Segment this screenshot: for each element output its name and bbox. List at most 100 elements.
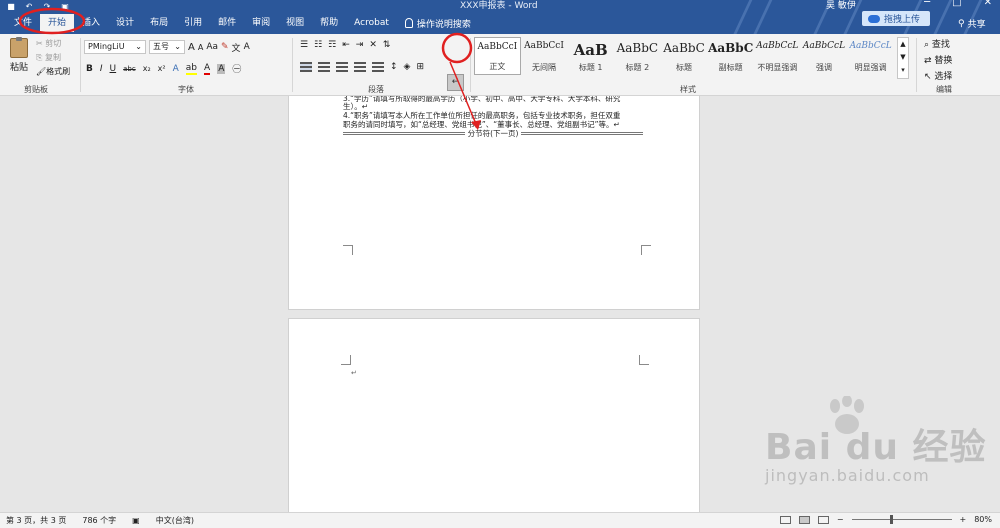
- font-name-select[interactable]: PMingLiU ⌄: [84, 40, 146, 54]
- tab-file[interactable]: 文件: [6, 14, 40, 32]
- save-icon[interactable]: ■: [6, 2, 16, 11]
- cut-button[interactable]: ✂ 剪切: [36, 37, 70, 51]
- tell-me-search[interactable]: 操作说明搜索: [404, 17, 471, 30]
- enclose-char-icon[interactable]: ㊀: [232, 62, 241, 75]
- line-spacing-icon[interactable]: ↕: [390, 62, 398, 72]
- paragraph-row-1: ☰ ☷ ☶ ⇤ ⇥ ✕ ⇅: [300, 40, 390, 50]
- style-item[interactable]: AaBbCcL 不明显强调: [754, 37, 801, 75]
- zoom-slider[interactable]: [851, 515, 952, 524]
- zoom-thumb[interactable]: [889, 515, 893, 524]
- underline-button[interactable]: U: [110, 64, 117, 74]
- style-item[interactable]: AaB 标题 1: [567, 37, 614, 75]
- tab-home[interactable]: 开始: [40, 14, 75, 32]
- style-item[interactable]: AaBbC 副标题: [707, 37, 754, 75]
- increase-indent-icon[interactable]: ⇥: [356, 40, 364, 50]
- font-color-button[interactable]: A: [204, 63, 211, 75]
- web-layout-icon[interactable]: [817, 515, 829, 524]
- tab-mailings[interactable]: 邮件: [210, 14, 244, 32]
- word-count[interactable]: 786 个字: [82, 515, 116, 526]
- subscript-button[interactable]: x₂: [143, 64, 151, 73]
- tab-view[interactable]: 视图: [278, 14, 312, 32]
- style-name: 标题 1: [578, 63, 603, 72]
- share-button[interactable]: ⚲ 共享: [958, 17, 986, 31]
- maximize-button[interactable]: □: [952, 0, 961, 8]
- style-item[interactable]: AaBbCcI 正文: [474, 37, 521, 75]
- page-2[interactable]: ↵: [288, 318, 700, 512]
- borders-icon[interactable]: ⊞: [416, 62, 424, 72]
- chevron-down-icon: ⌄: [135, 42, 142, 51]
- distributed-icon[interactable]: [372, 62, 384, 72]
- page-1[interactable]: 3.“学历”请填写所取得的最高学历（小学、初中、高中、大学专科、大学本科、研究 …: [288, 96, 700, 310]
- zoom-in-button[interactable]: +: [960, 515, 967, 524]
- group-separator: [916, 38, 917, 92]
- tab-review[interactable]: 审阅: [244, 14, 278, 32]
- quick-access-toolbar: ■ ↶ ↷ ▣: [6, 0, 70, 12]
- proofing-icon[interactable]: ▣: [132, 516, 140, 525]
- print-preview-icon[interactable]: ▣: [60, 2, 70, 11]
- italic-button[interactable]: I: [100, 64, 103, 74]
- strikethrough-button[interactable]: abc: [123, 65, 136, 73]
- sort-icon[interactable]: ⇅: [383, 40, 391, 50]
- style-item[interactable]: AaBbCcL 强调: [801, 37, 848, 75]
- bullets-icon[interactable]: ☰: [300, 40, 308, 50]
- highlight-icon[interactable]: ab: [185, 63, 198, 75]
- read-mode-icon[interactable]: [779, 515, 791, 524]
- style-item[interactable]: AaBbCcL 明显强调: [847, 37, 894, 75]
- page-count[interactable]: 第 3 页，共 3 页: [6, 515, 66, 526]
- replace-button[interactable]: ⇄ 替换: [924, 53, 952, 69]
- close-button[interactable]: ✕: [984, 0, 992, 8]
- style-name: 不明显强调: [757, 63, 798, 72]
- tab-insert[interactable]: 插入: [74, 14, 108, 32]
- align-left-icon[interactable]: [300, 62, 312, 72]
- copy-button[interactable]: ⎘ 复制: [36, 51, 70, 65]
- paste-button[interactable]: 粘贴: [8, 37, 30, 78]
- style-item[interactable]: AaBbC 标题 2: [614, 37, 661, 75]
- user-name[interactable]: 吴 敏伊: [826, 0, 856, 11]
- superscript-button[interactable]: x²: [158, 64, 166, 73]
- align-right-icon[interactable]: [336, 62, 348, 72]
- shrink-font-button[interactable]: A: [198, 43, 203, 52]
- chinese-layout-icon[interactable]: ✕: [369, 40, 377, 50]
- show-formatting-marks-button[interactable]: ↵: [447, 74, 464, 91]
- clear-format-icon[interactable]: ✎: [221, 42, 229, 52]
- tab-help[interactable]: 帮助: [312, 14, 346, 32]
- change-case-button[interactable]: Aa: [206, 42, 218, 52]
- style-item[interactable]: AaBbC 标题: [661, 37, 708, 75]
- style-item[interactable]: AaBbCcI 无间隔: [521, 37, 568, 75]
- scissors-icon: ✂: [36, 39, 46, 48]
- tab-design[interactable]: 设计: [108, 14, 142, 32]
- find-button[interactable]: ⌕ 查找: [924, 37, 952, 53]
- minimize-button[interactable]: ─: [924, 0, 930, 8]
- tab-acrobat[interactable]: Acrobat: [346, 14, 397, 32]
- font-name-value: PMingLiU: [88, 42, 125, 51]
- print-layout-icon[interactable]: [798, 515, 810, 524]
- align-center-icon[interactable]: [318, 62, 330, 72]
- text-effects-icon[interactable]: A: [173, 64, 179, 74]
- zoom-level[interactable]: 80%: [974, 515, 992, 524]
- styles-scroll[interactable]: ▲ ▼ ▾: [897, 37, 909, 79]
- shading-icon[interactable]: ◈: [404, 62, 411, 72]
- numbering-icon[interactable]: ☷: [314, 40, 322, 50]
- char-border-icon[interactable]: A: [244, 42, 250, 52]
- grow-font-button[interactable]: A: [188, 42, 195, 53]
- share-label: 共享: [967, 20, 986, 30]
- font-size-select[interactable]: 五号 ⌄: [149, 40, 185, 54]
- language[interactable]: 中文(台湾): [156, 515, 194, 526]
- bold-button[interactable]: B: [86, 64, 93, 74]
- multilevel-list-icon[interactable]: ☶: [328, 40, 336, 50]
- tab-references[interactable]: 引用: [176, 14, 210, 32]
- select-label: 选择: [934, 72, 953, 82]
- char-shading-icon[interactable]: A: [217, 63, 226, 74]
- upload-button[interactable]: 拖拽上传: [862, 11, 930, 26]
- style-preview: AaBbCcL: [802, 41, 846, 51]
- decrease-indent-icon[interactable]: ⇤: [342, 40, 350, 50]
- redo-icon[interactable]: ↷: [42, 2, 52, 11]
- cursor-icon: ↖: [924, 72, 935, 82]
- phonetic-guide-icon[interactable]: 文: [232, 41, 241, 54]
- select-button[interactable]: ↖ 选择: [924, 69, 952, 85]
- tab-layout[interactable]: 布局: [142, 14, 176, 32]
- justify-icon[interactable]: [354, 62, 366, 72]
- undo-icon[interactable]: ↶: [24, 2, 34, 11]
- format-painter-button[interactable]: 🖌格式刷: [36, 65, 70, 79]
- zoom-out-button[interactable]: −: [837, 515, 844, 524]
